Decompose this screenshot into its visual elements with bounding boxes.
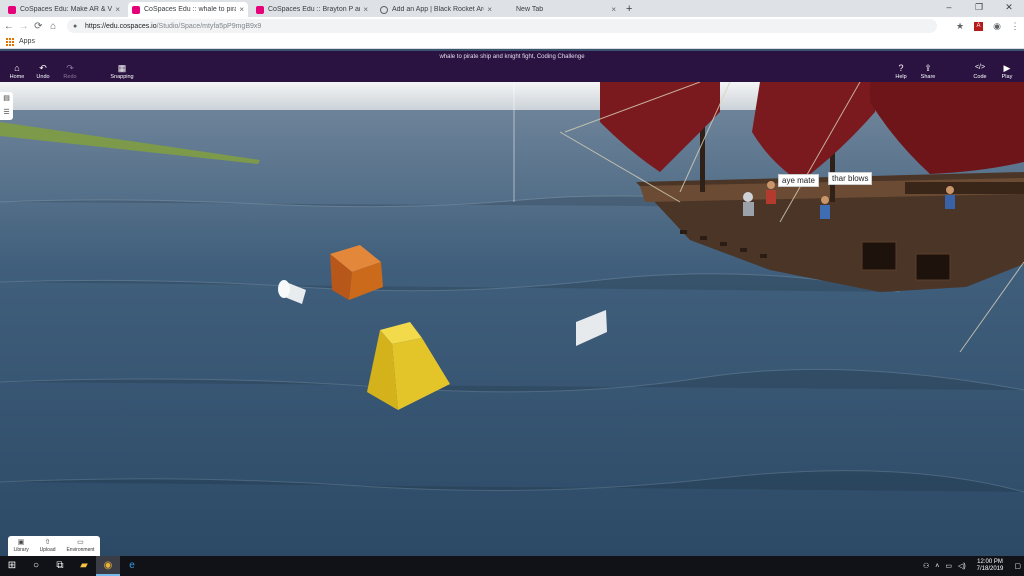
reload-icon[interactable]: ⟳ bbox=[33, 21, 45, 32]
environment-icon: ▭ bbox=[77, 539, 84, 546]
redo-button[interactable]: ↷ Redo bbox=[53, 63, 87, 80]
new-tab-button[interactable]: + bbox=[626, 2, 632, 17]
help-label: Help bbox=[895, 74, 907, 80]
speech-label-aye-mate[interactable]: aye mate bbox=[778, 174, 819, 187]
globe-icon bbox=[380, 5, 388, 14]
browser-tab[interactable]: CoSpaces Edu :: Brayton P and N× bbox=[252, 2, 372, 17]
space-title[interactable]: whale to pirate ship and knight fight, C… bbox=[0, 54, 1024, 60]
library-label: Library bbox=[13, 547, 29, 553]
library-icon: ▣ bbox=[17, 539, 25, 546]
bottom-panel: ▣ Library ⇧ Upload ▭ Environment bbox=[8, 536, 100, 556]
share-icon: ⇪ bbox=[924, 63, 932, 73]
blank-icon bbox=[504, 6, 512, 14]
browser-tab[interactable]: CoSpaces Edu: Make AR & VR in× bbox=[4, 2, 124, 17]
grid-icon: ▦ bbox=[117, 63, 127, 73]
back-icon[interactable]: ← bbox=[3, 21, 15, 32]
close-window-button[interactable]: ✕ bbox=[994, 0, 1024, 15]
redo-icon: ↷ bbox=[66, 63, 74, 73]
browser-tab[interactable]: CoSpaces Edu :: whale to pirate × bbox=[128, 2, 248, 17]
undo-label: Undo bbox=[36, 74, 50, 80]
notifications-icon[interactable]: ▢ bbox=[1014, 562, 1021, 570]
tab-title: CoSpaces Edu: Make AR & VR in bbox=[20, 6, 113, 13]
layers-icon[interactable]: ▤ bbox=[3, 95, 10, 103]
chevron-up-icon[interactable]: ˄ bbox=[935, 563, 939, 570]
home-page-icon[interactable]: ⌂ bbox=[47, 21, 59, 32]
close-tab-icon[interactable]: × bbox=[239, 5, 244, 14]
windows-start-icon[interactable]: ⊞ bbox=[0, 556, 24, 576]
profile-avatar-icon[interactable]: ◉ bbox=[988, 21, 1006, 32]
windows-taskbar: ⊞ ○ ⧉ ▰ ◉ e ⚇ ˄ ▭ ◁) 12:00 PM 7/18/2019 … bbox=[0, 556, 1024, 576]
forward-icon[interactable]: → bbox=[18, 21, 30, 32]
url-path: /Studio/Space/mtyfa5pP9mgB9x9 bbox=[156, 22, 262, 30]
library-button[interactable]: ▣ Library bbox=[13, 536, 28, 556]
search-icon[interactable]: ○ bbox=[24, 556, 48, 576]
browser-tab-strip: CoSpaces Edu: Make AR & VR in×CoSpaces E… bbox=[0, 0, 1024, 17]
bookmark-star-icon[interactable]: ★ bbox=[951, 21, 969, 32]
clock-time: 12:00 PM bbox=[977, 559, 1003, 565]
maximize-button[interactable]: ❐ bbox=[964, 0, 994, 15]
speech-label-thar-blows[interactable]: thar blows bbox=[828, 172, 873, 185]
cospaces-toolbar: whale to pirate ship and knight fight, C… bbox=[0, 51, 1024, 82]
scene-side-toolbar: ▤ ☰ bbox=[0, 92, 13, 120]
task-view-icon[interactable]: ⧉ bbox=[48, 556, 72, 576]
cospaces-icon bbox=[132, 5, 140, 14]
share-button[interactable]: ⇪ Share bbox=[911, 63, 945, 80]
browser-toolbar: ← → ⟳ ⌂ ● https://edu.cospaces.io /Studi… bbox=[0, 17, 1024, 35]
code-label: Code bbox=[973, 74, 987, 80]
list-icon[interactable]: ☰ bbox=[3, 109, 9, 117]
browser-tab[interactable]: New Tab × bbox=[500, 2, 620, 17]
tab-title: CoSpaces Edu :: whale to pirate bbox=[144, 6, 237, 13]
share-label: Share bbox=[920, 74, 936, 80]
cospaces-icon bbox=[256, 5, 264, 14]
close-tab-icon[interactable]: × bbox=[611, 5, 616, 14]
close-tab-icon[interactable]: × bbox=[115, 5, 120, 14]
scene-canvas[interactable] bbox=[0, 82, 1024, 556]
bookmark-apps[interactable]: Apps bbox=[19, 38, 35, 45]
file-explorer-icon[interactable]: ▰ bbox=[72, 556, 96, 576]
upload-label: Upload bbox=[39, 547, 56, 553]
environment-label: Environment bbox=[66, 547, 95, 553]
chrome-icon[interactable]: ◉ bbox=[96, 556, 120, 576]
home-label: Home bbox=[9, 74, 25, 80]
address-bar[interactable]: ● https://edu.cospaces.io /Studio/Space/… bbox=[67, 19, 937, 33]
play-label: Play bbox=[1001, 74, 1013, 80]
lock-icon: ● bbox=[73, 22, 78, 30]
system-tray: ⚇ ˄ ▭ ◁) 12:00 PM 7/18/2019 ▢ bbox=[920, 556, 1024, 576]
minimize-button[interactable]: – bbox=[934, 0, 964, 15]
tab-list: CoSpaces Edu: Make AR & VR in×CoSpaces E… bbox=[0, 2, 620, 17]
network-icon[interactable]: ▭ bbox=[945, 562, 952, 570]
apps-grid-icon[interactable] bbox=[6, 37, 14, 46]
edge-icon[interactable]: e bbox=[120, 556, 144, 576]
window-controls: – ❐ ✕ bbox=[934, 0, 1024, 15]
tab-title: New Tab bbox=[516, 6, 544, 13]
volume-icon[interactable]: ◁) bbox=[958, 562, 966, 570]
clock-date: 7/18/2019 bbox=[976, 566, 1004, 572]
close-tab-icon[interactable]: × bbox=[487, 5, 492, 14]
play-icon: ▶ bbox=[1003, 63, 1011, 73]
tab-title: CoSpaces Edu :: Brayton P and N bbox=[268, 6, 360, 13]
play-button[interactable]: ▶ Play bbox=[990, 63, 1024, 80]
close-tab-icon[interactable]: × bbox=[363, 5, 368, 14]
redo-label: Redo bbox=[63, 74, 77, 80]
bookmarks-bar: Apps bbox=[0, 35, 1024, 49]
scene-viewport[interactable]: aye mate thar blows bbox=[0, 82, 1024, 556]
snapping-button[interactable]: ▦ Snapping bbox=[105, 63, 139, 80]
upload-button[interactable]: ⇧ Upload bbox=[40, 536, 56, 556]
clock[interactable]: 12:00 PM 7/18/2019 bbox=[977, 559, 1004, 573]
url-host: https://edu.cospaces.io bbox=[85, 22, 157, 30]
cospaces-icon bbox=[8, 5, 16, 14]
environment-button[interactable]: ▭ Environment bbox=[66, 536, 94, 556]
upload-icon: ⇧ bbox=[44, 539, 51, 546]
snapping-label: Snapping bbox=[110, 74, 134, 80]
menu-kebab-icon[interactable]: ⋮ bbox=[1006, 21, 1024, 32]
extension-icon[interactable]: A bbox=[974, 21, 983, 31]
browser-tab[interactable]: Add an App | Black Rocket Arcad× bbox=[376, 2, 496, 17]
tab-title: Add an App | Black Rocket Arcad bbox=[392, 6, 484, 13]
people-icon[interactable]: ⚇ bbox=[923, 562, 929, 570]
